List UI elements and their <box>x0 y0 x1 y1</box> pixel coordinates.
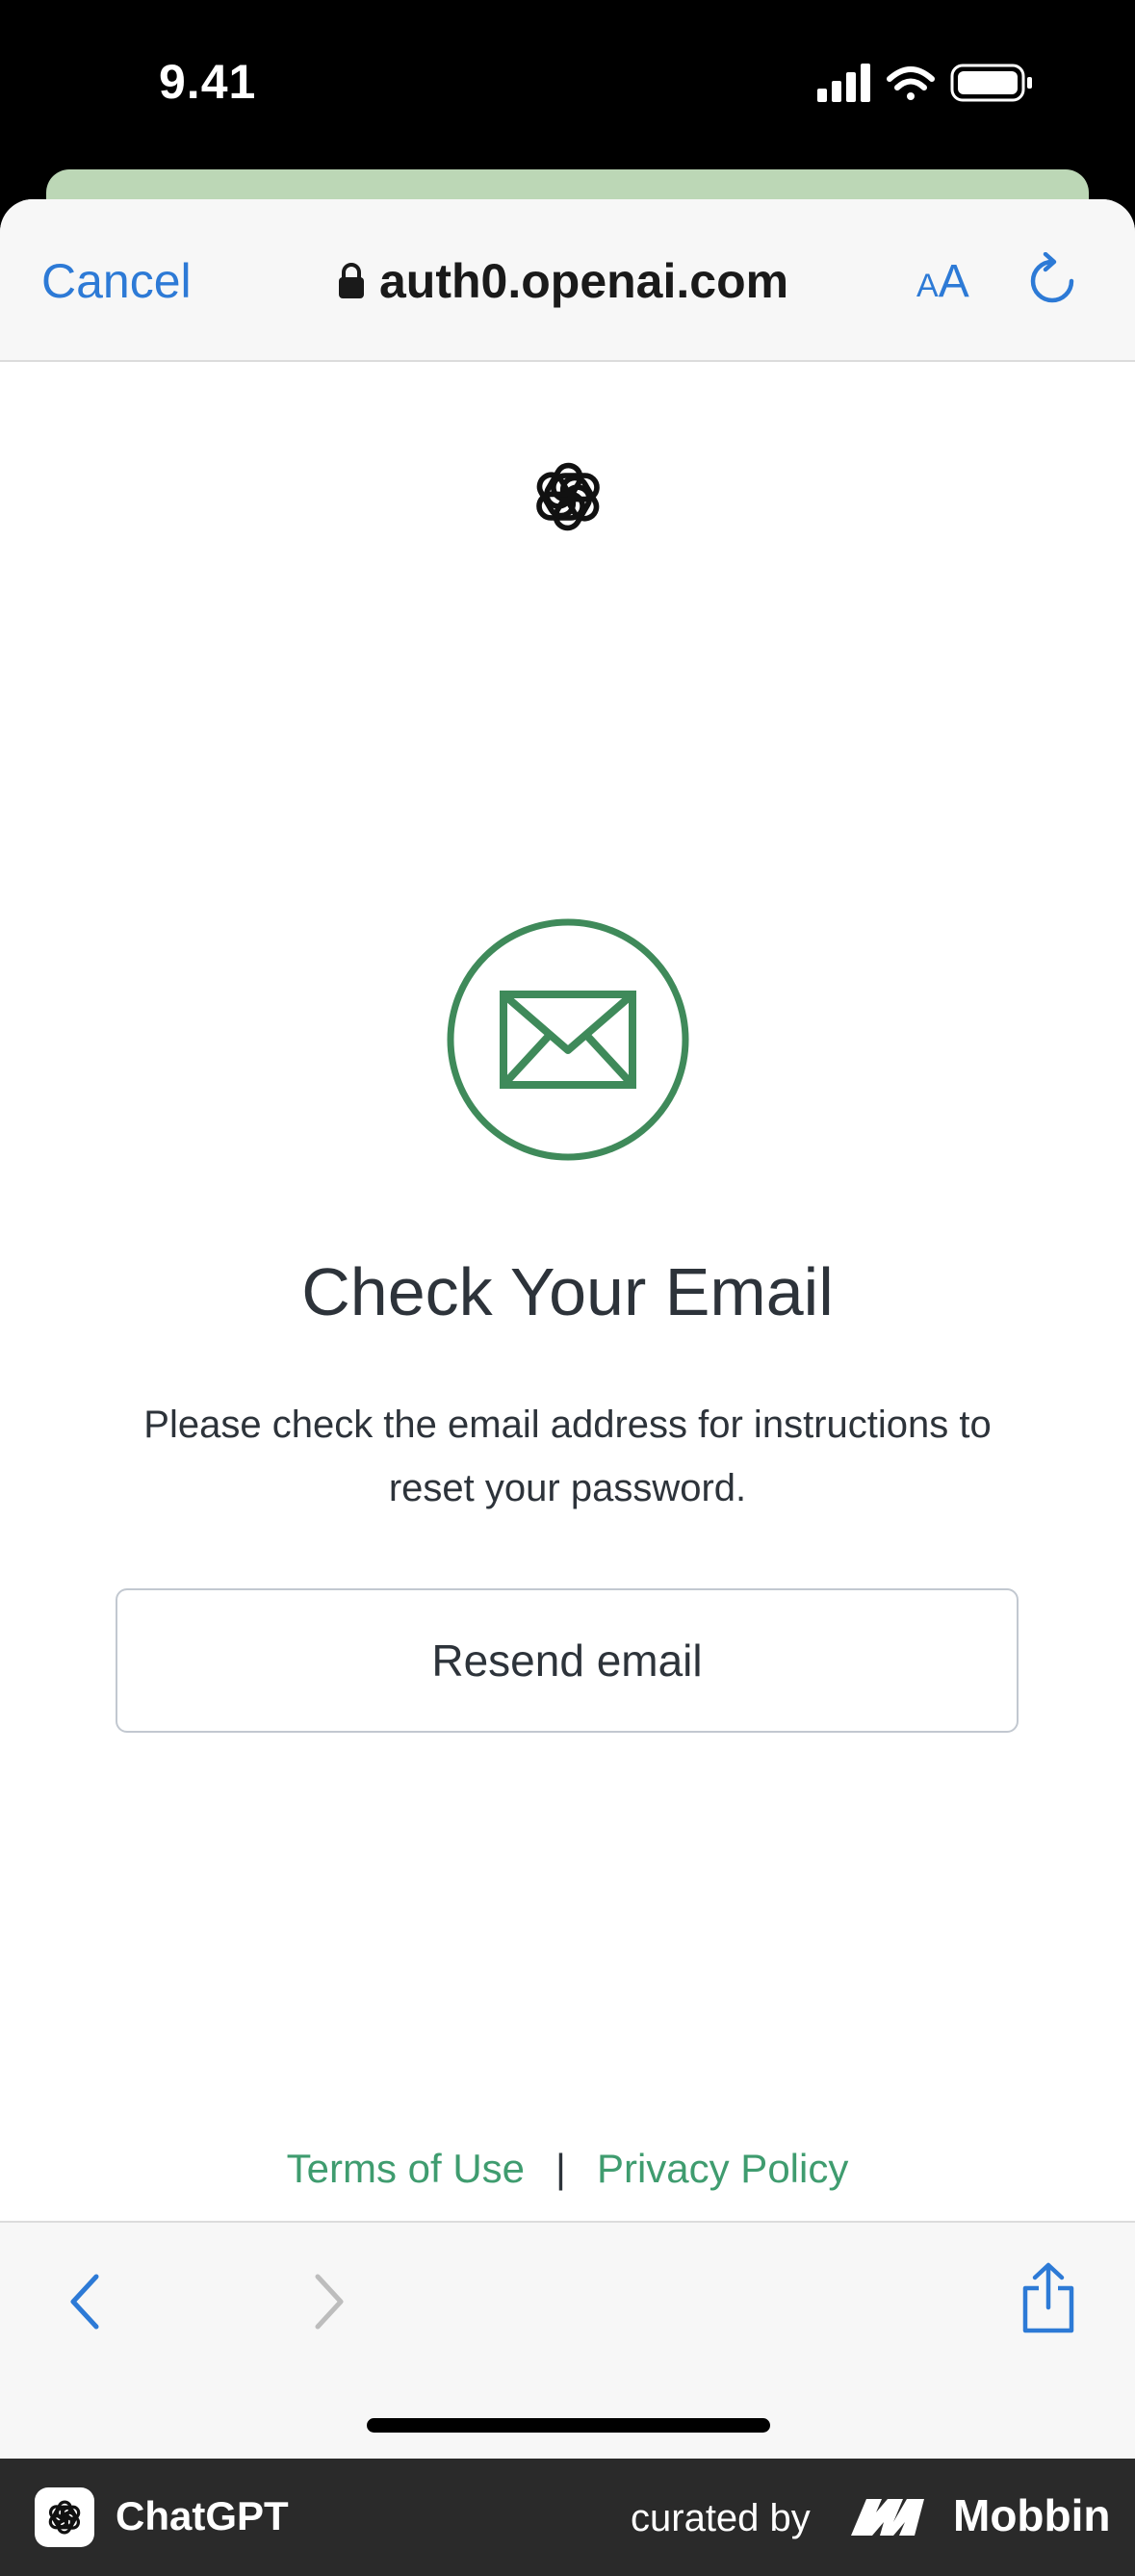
cellular-signal-icon <box>817 64 870 102</box>
browser-nav-bar: Cancel auth0.openai.com AA <box>0 199 1135 362</box>
home-indicator <box>367 2418 770 2433</box>
status-icons <box>817 60 1039 113</box>
email-envelope-icon <box>447 918 689 1161</box>
address-bar[interactable]: auth0.openai.com <box>337 253 788 309</box>
watermark-bar: ChatGPT curated by Mobbin <box>0 2459 1135 2576</box>
wifi-icon <box>887 66 935 100</box>
battery-icon <box>950 64 1032 102</box>
cancel-button[interactable]: Cancel <box>41 253 192 309</box>
text-size-large-label: A <box>938 256 969 307</box>
footer-links: Terms of Use | Privacy Policy <box>0 2146 1135 2192</box>
page-title: Check Your Email <box>301 1254 834 1329</box>
text-size-button[interactable]: AA <box>916 255 969 308</box>
instructions-text: Please check the email address for instr… <box>143 1404 992 1509</box>
mobbin-logo-icon <box>851 2499 924 2536</box>
app-name: ChatGPT <box>116 2493 289 2538</box>
status-time: 9.41 <box>159 55 257 109</box>
back-chevron-icon[interactable] <box>65 2273 104 2331</box>
url-text: auth0.openai.com <box>379 254 789 308</box>
reload-icon[interactable] <box>1028 252 1076 306</box>
share-icon[interactable] <box>1019 2261 1077 2334</box>
curated-by-label: curated by <box>631 2497 811 2539</box>
mobbin-brand: Mobbin <box>953 2490 1111 2540</box>
link-separator: | <box>555 2146 566 2191</box>
status-bar: 9.41 <box>0 0 1135 173</box>
browser-sheet: Cancel auth0.openai.com AA Check Your Em… <box>0 199 1135 2459</box>
terms-of-use-link[interactable]: Terms of Use <box>287 2146 525 2191</box>
resend-email-button[interactable]: Resend email <box>116 1588 1019 1733</box>
openai-logo-icon <box>536 462 600 531</box>
privacy-policy-link[interactable]: Privacy Policy <box>597 2146 848 2191</box>
forward-chevron-icon[interactable] <box>310 2273 348 2331</box>
chatgpt-app-icon <box>35 2487 94 2547</box>
text-size-small-label: A <box>916 268 939 304</box>
lock-icon <box>339 263 364 298</box>
